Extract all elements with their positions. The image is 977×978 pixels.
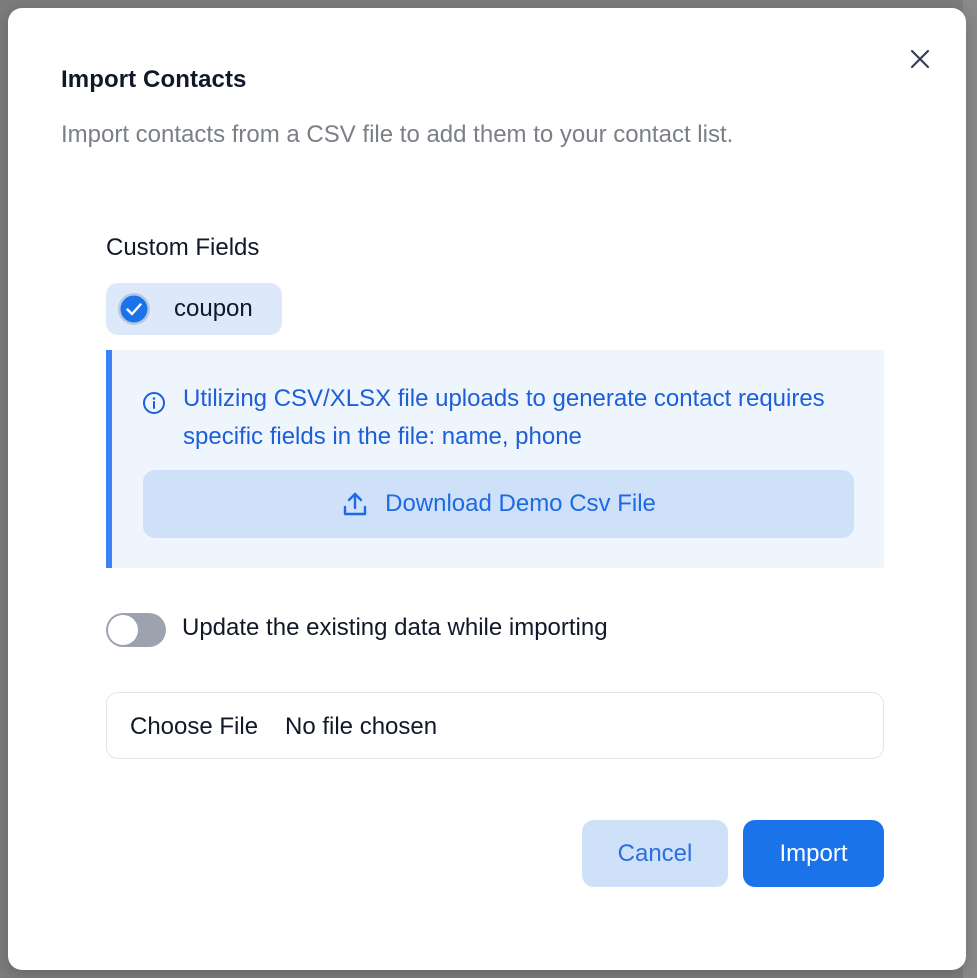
- check-circle-icon: [118, 293, 150, 325]
- choose-file-button[interactable]: Choose File: [130, 713, 258, 741]
- upload-icon: [343, 492, 367, 516]
- dialog-title: Import Contacts: [61, 66, 247, 93]
- download-demo-csv-label: Download Demo Csv File: [385, 490, 656, 517]
- info-icon: [143, 392, 165, 414]
- close-button[interactable]: [905, 44, 935, 74]
- dialog-subtitle: Import contacts from a CSV file to add t…: [61, 121, 734, 148]
- info-alert: Utilizing CSV/XLSX file uploads to gener…: [106, 350, 884, 568]
- custom-field-chip-coupon[interactable]: coupon: [106, 283, 282, 335]
- custom-field-label: coupon: [174, 295, 253, 322]
- file-input[interactable]: Choose File No file chosen: [106, 692, 884, 759]
- download-demo-csv-button[interactable]: Download Demo Csv File: [143, 470, 854, 538]
- update-existing-toggle[interactable]: [106, 613, 166, 647]
- info-text: Utilizing CSV/XLSX file uploads to gener…: [183, 385, 825, 450]
- cancel-button[interactable]: Cancel: [582, 820, 728, 887]
- import-contacts-dialog: Import Contacts Import contacts from a C…: [8, 8, 966, 970]
- import-button[interactable]: Import: [743, 820, 884, 887]
- update-existing-label: Update the existing data while importing: [182, 614, 608, 641]
- toggle-knob: [108, 615, 138, 645]
- file-status-text: No file chosen: [285, 713, 438, 740]
- close-icon: [910, 49, 930, 69]
- custom-fields-label: Custom Fields: [106, 234, 260, 261]
